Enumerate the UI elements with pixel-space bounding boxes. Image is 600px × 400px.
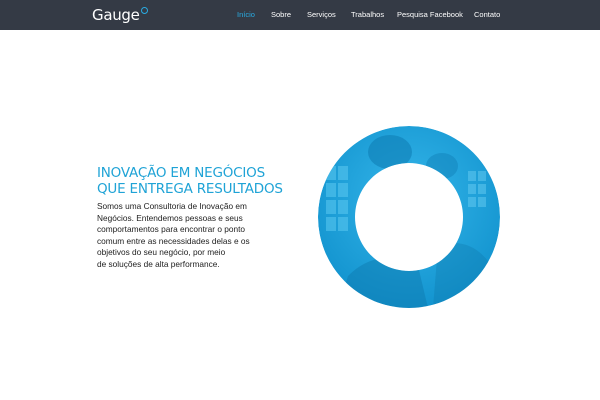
main-nav: Início Sobre Serviços Trabalhos Pesquisa…	[0, 0, 600, 30]
nav-item-sobre[interactable]: Sobre	[271, 9, 291, 21]
nav-item-trabalhos[interactable]: Trabalhos	[351, 9, 384, 21]
hero-description: Somos uma Consultoria de Inovação em Neg…	[97, 201, 250, 269]
hero-ring-image	[318, 126, 500, 308]
nav-item-servicos[interactable]: Serviços	[307, 9, 336, 21]
ring-graphic	[318, 126, 500, 308]
nav-item-pesquisa-facebook[interactable]: Pesquisa Facebook	[397, 9, 463, 21]
nav-item-inicio[interactable]: Início	[237, 9, 255, 21]
nav-item-contato[interactable]: Contato	[474, 9, 500, 21]
top-navbar: Gauge Início Sobre Serviços Trabalhos Pe…	[0, 0, 600, 30]
ring-photo	[318, 126, 500, 308]
hero-heading: INOVAÇÃO EM NEGÓCIOS QUE ENTREGA RESULTA…	[97, 165, 283, 197]
